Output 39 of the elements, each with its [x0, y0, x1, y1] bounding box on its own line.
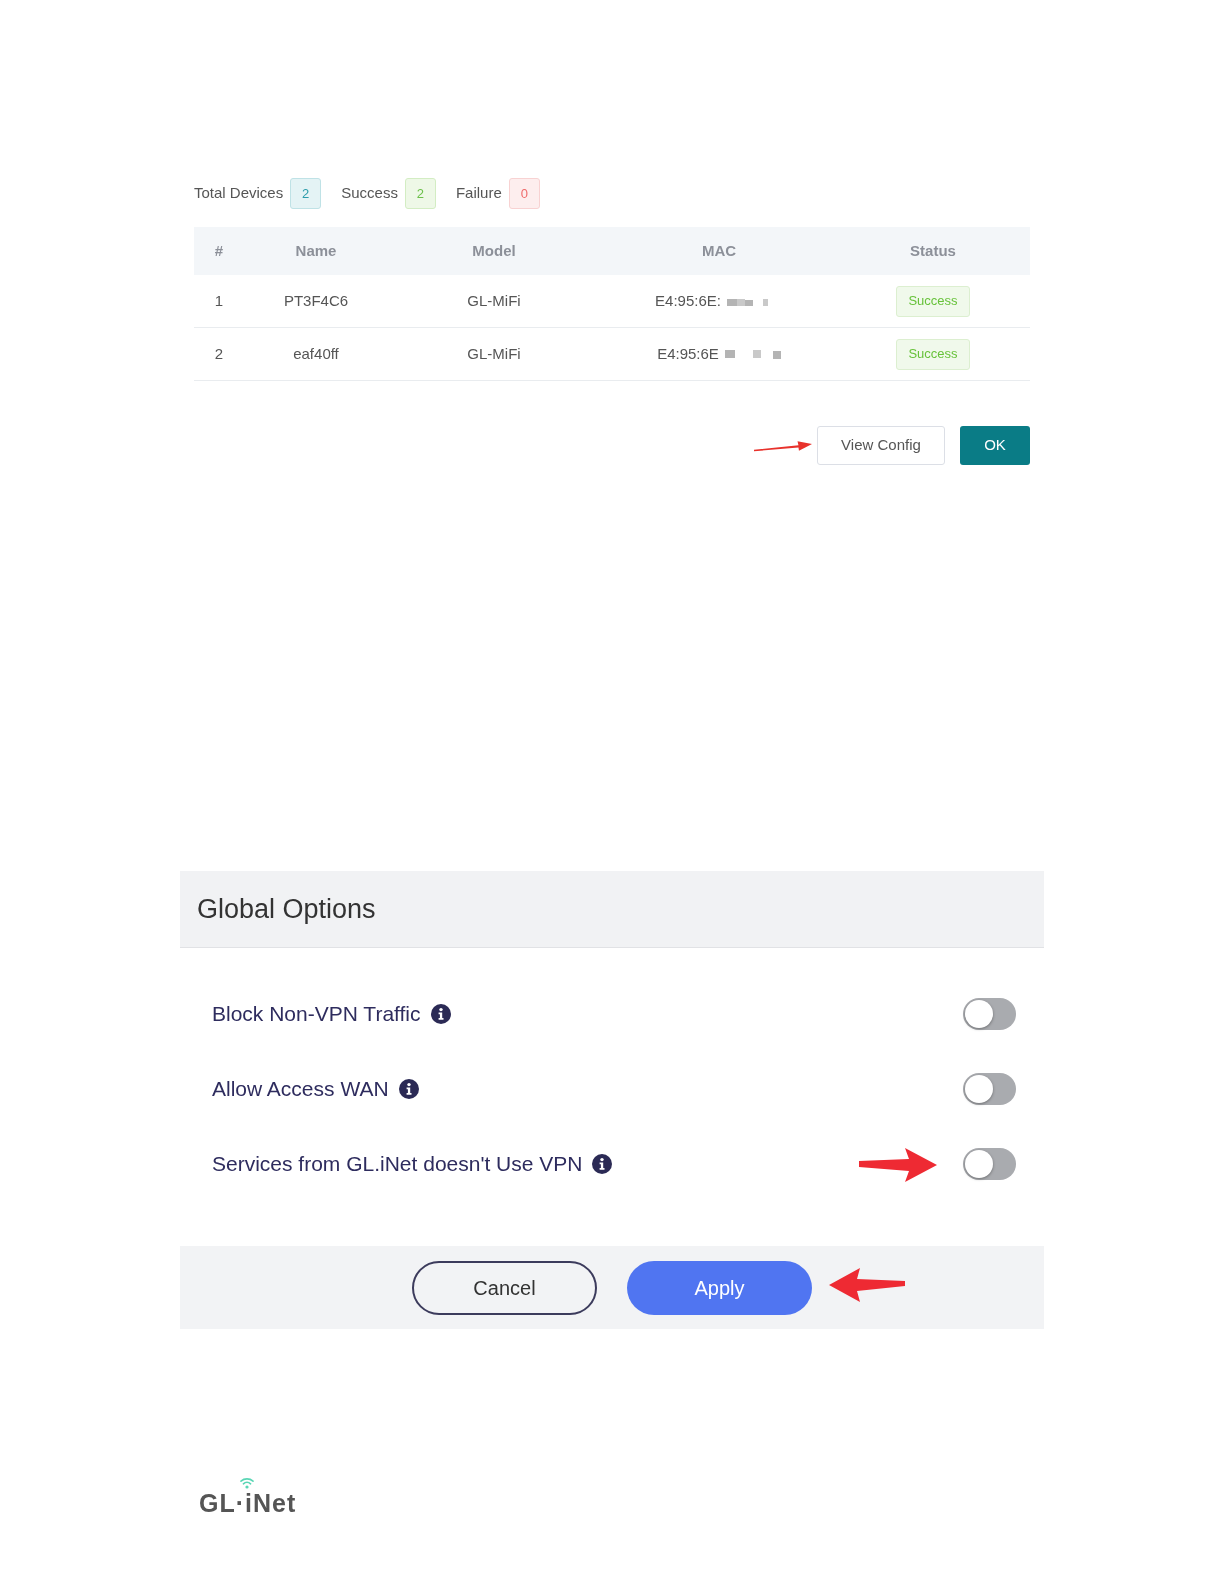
table-cell-text: GL-MiFi	[467, 290, 521, 311]
annotation-arrow	[754, 439, 812, 453]
toggle-switch[interactable]	[963, 997, 1016, 1030]
summary-label: Total Devices	[194, 183, 284, 204]
info-icon	[592, 1153, 613, 1174]
pixelation-drawing	[724, 349, 781, 359]
wifi-icon	[240, 1477, 254, 1489]
apply-button[interactable]: Apply	[627, 1260, 812, 1315]
toggle-switch[interactable]	[963, 1072, 1016, 1105]
table-cell-text: E4:95:6E:	[655, 290, 721, 311]
info-icon	[398, 1078, 419, 1099]
table-cell-text: 1	[214, 290, 224, 311]
count-badge: 2	[290, 178, 322, 209]
toggle-switch[interactable]	[963, 1147, 1016, 1180]
logo-wordmark: GL·iNet	[199, 1489, 297, 1517]
column-header: Name	[295, 240, 337, 261]
ok-button[interactable]: OK	[960, 426, 1030, 465]
info-icon	[430, 1003, 451, 1024]
table-cell-text: 2	[214, 343, 224, 364]
count-badge: 2	[404, 178, 436, 209]
table-cell-text: PT3F4C6	[283, 290, 349, 311]
cancel-button[interactable]: Cancel	[412, 1260, 597, 1315]
column-header: Model	[472, 240, 516, 261]
option-label: Services from GL.iNet doesn't Use VPN	[212, 1150, 583, 1177]
table-cell-text: eaf40ff	[293, 343, 339, 364]
summary-label: Success	[341, 183, 398, 204]
option-label: Block Non-VPN Traffic	[212, 1000, 421, 1027]
status-badge: Success	[896, 285, 970, 317]
view-config-button[interactable]: View Config	[817, 426, 945, 465]
summary-label: Failure	[455, 183, 502, 204]
column-header: #	[214, 240, 224, 261]
column-header: Status	[910, 240, 956, 261]
option-label: Allow Access WAN	[212, 1075, 389, 1102]
table-cell-text: E4:95:6E	[657, 343, 719, 364]
table-cell-text: GL-MiFi	[467, 343, 521, 364]
panel-title: Global Options	[197, 892, 376, 926]
column-header: MAC	[701, 240, 737, 261]
count-badge: 0	[508, 178, 540, 209]
status-badge: Success	[896, 338, 970, 370]
